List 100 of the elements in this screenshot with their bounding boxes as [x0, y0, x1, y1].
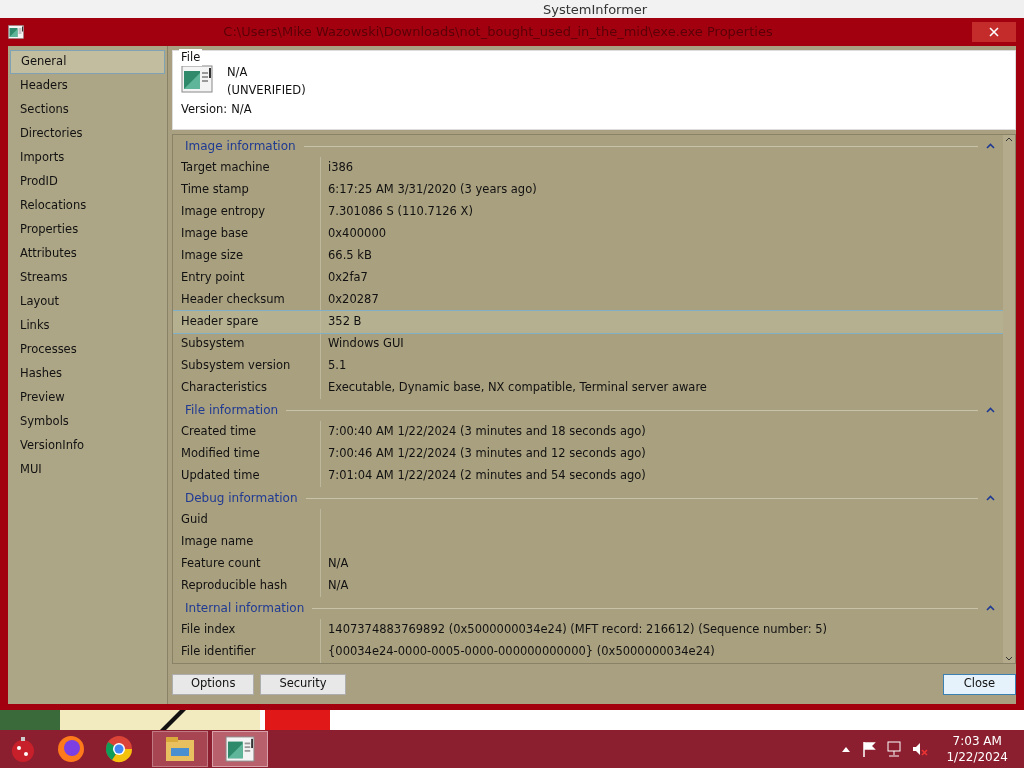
close-icon — [989, 27, 999, 37]
property-value: 0x2fa7 — [327, 269, 368, 287]
sidebar-item[interactable]: Preview — [10, 386, 167, 410]
table-row[interactable]: Subsystem Windows GUI — [173, 333, 1003, 355]
flag-icon[interactable] — [862, 741, 877, 757]
sidebar-item[interactable]: Symbols — [10, 410, 167, 434]
dialog-button[interactable]: Security — [260, 673, 346, 695]
network-icon[interactable] — [886, 741, 903, 757]
section-header: Internal information — [185, 600, 305, 617]
property-value: N/A — [327, 555, 349, 573]
sidebar-item[interactable]: MUI — [10, 458, 167, 482]
taskbar-app[interactable] — [152, 731, 208, 767]
property-name: Feature count — [173, 553, 321, 575]
dialog-button[interactable]: Options — [172, 673, 255, 695]
table-row[interactable]: Modified time 7:00:46 AM 1/22/2024 (3 minutes and 12 seconds ago) — [173, 443, 1003, 465]
property-value: 7:00:40 AM 1/22/2024 (3 minutes and 18 seconds ago) — [327, 423, 646, 441]
table-row[interactable]: Created time 7:00:40 AM 1/22/2024 (3 minutes and 18 seconds ago) — [173, 421, 1003, 443]
taskbar-app[interactable] — [212, 731, 268, 767]
property-value: Executable, Dynamic base, NX compatible, Terminal server aware — [327, 379, 707, 397]
property-name: Image entropy — [173, 201, 321, 223]
table-row[interactable]: File identifier {00034e24-0000-0005-0000-000000000000} (0x5000000034e24) — [173, 641, 1003, 663]
chevron-icon[interactable] — [986, 143, 995, 149]
section-header: Image information — [185, 138, 296, 155]
close-button[interactable] — [972, 22, 1016, 42]
table-row[interactable]: Updated time 7:01:04 AM 1/22/2024 (2 minutes and 54 seconds ago) — [173, 465, 1003, 487]
chevron-icon[interactable] — [986, 407, 995, 413]
table-row[interactable]: Reproducible hash N/A — [173, 575, 1003, 597]
sidebar-item[interactable]: General — [10, 50, 165, 74]
sidebar-item[interactable]: Sections — [10, 98, 167, 122]
property-value: N/A — [327, 577, 349, 595]
file-icon — [181, 65, 213, 93]
sidebar-item[interactable]: Hashes — [10, 362, 167, 386]
property-value: 7:00:46 AM 1/22/2024 (3 minutes and 12 seconds ago) — [327, 445, 646, 463]
property-name: Target machine — [173, 157, 321, 179]
property-name: Reproducible hash — [173, 575, 321, 597]
version-value: N/A — [231, 101, 252, 118]
property-name: Characteristics — [173, 377, 321, 399]
sidebar-item[interactable]: Processes — [10, 338, 167, 362]
sidebar-item[interactable]: VersionInfo — [10, 434, 167, 458]
chevron-icon[interactable] — [986, 495, 995, 501]
sidebar-item[interactable]: Imports — [10, 146, 167, 170]
property-name: Image size — [173, 245, 321, 267]
clock-time[interactable]: 7:03 AM — [952, 733, 1002, 749]
folder-icon — [165, 736, 195, 762]
property-value: i386 — [327, 159, 354, 177]
section-header: File information — [185, 402, 279, 419]
sidebar-item[interactable]: Directories — [10, 122, 167, 146]
table-row[interactable]: Image size 66.5 kB — [173, 245, 1003, 267]
window-title: SystemInformer — [543, 2, 648, 16]
property-name: Time stamp — [173, 179, 321, 201]
property-value: {00034e24-0000-0005-0000-000000000000} (0x5000000034e24) — [327, 643, 715, 661]
group-label: File — [179, 49, 203, 67]
property-name: Created time — [173, 421, 321, 443]
property-value: 352 B — [327, 313, 362, 331]
property-value: 1407374883769892 (0x5000000034e24) (MFT record: 216612) (Sequence number: 5) — [327, 621, 828, 639]
sidebar-item[interactable]: Streams — [10, 266, 167, 290]
sidebar-item[interactable]: ProdID — [10, 170, 167, 194]
table-row[interactable]: Subsystem version 5.1 — [173, 355, 1003, 377]
table-row[interactable]: Feature count N/A — [173, 553, 1003, 575]
table-row[interactable]: Target machine i386 — [173, 157, 1003, 179]
table-row[interactable]: Image entropy 7.301086 S (110.7126 X) — [173, 201, 1003, 223]
scroll-up-icon[interactable] — [1005, 137, 1013, 142]
sidebar-item[interactable]: Headers — [10, 74, 167, 98]
sidebar-item[interactable]: Layout — [10, 290, 167, 314]
property-name: Subsystem — [173, 333, 321, 355]
table-row[interactable]: Guid — [173, 509, 1003, 531]
table-row[interactable]: Header spare 352 B — [173, 311, 1003, 333]
sidebar-item[interactable]: Links — [10, 314, 167, 338]
sidebar-item[interactable]: Properties — [10, 218, 167, 242]
browser-icon[interactable] — [104, 734, 134, 764]
table-row[interactable]: Entry point 0x2fa7 — [173, 267, 1003, 289]
speaker-muted-icon[interactable] — [912, 741, 929, 757]
property-value: 7:01:04 AM 1/22/2024 (2 minutes and 54 seconds ago) — [327, 467, 646, 485]
table-row[interactable]: Image name — [173, 531, 1003, 553]
property-value: 0x400000 — [327, 225, 387, 243]
property-value: 66.5 kB — [327, 247, 372, 265]
browser-icon[interactable] — [56, 734, 86, 764]
chevron-icon[interactable] — [986, 605, 995, 611]
window-title: C:\Users\Mike Wazowski\Downloads\not_bought_used_in_the_mid\exe.exe Properties — [222, 23, 774, 42]
property-name: Guid — [173, 509, 321, 531]
clock-date[interactable]: 1/22/2024 — [946, 749, 1008, 765]
show-hidden-icon[interactable] — [842, 746, 851, 752]
table-row[interactable]: File index 1407374883769892 (0x5000000034e24) (MFT record: 216612) (Sequence number: 5) — [173, 619, 1003, 641]
scroll-down-icon[interactable] — [1005, 656, 1013, 661]
version-label: Version: — [181, 101, 228, 118]
property-name: Image base — [173, 223, 321, 245]
file-name: N/A — [227, 64, 249, 81]
property-value: 0x20287 — [327, 291, 379, 309]
property-value: 7.301086 S (110.7126 X) — [327, 203, 473, 221]
sidebar-item[interactable]: Attributes — [10, 242, 167, 266]
scrollbar[interactable] — [1003, 135, 1015, 663]
dialog-button[interactable]: Close — [942, 673, 1016, 695]
window-icon — [225, 736, 255, 762]
property-name: File identifier — [173, 641, 321, 663]
sidebar-item[interactable]: Relocations — [10, 194, 167, 218]
table-row[interactable]: Image base 0x400000 — [173, 223, 1003, 245]
property-name: Image name — [173, 531, 321, 553]
table-row[interactable]: Time stamp 6:17:25 AM 3/31/2020 (3 years ago) — [173, 179, 1003, 201]
table-row[interactable]: Characteristics Executable, Dynamic base, NX compatible, Terminal server aware — [173, 377, 1003, 399]
property-name: Subsystem version — [173, 355, 321, 377]
